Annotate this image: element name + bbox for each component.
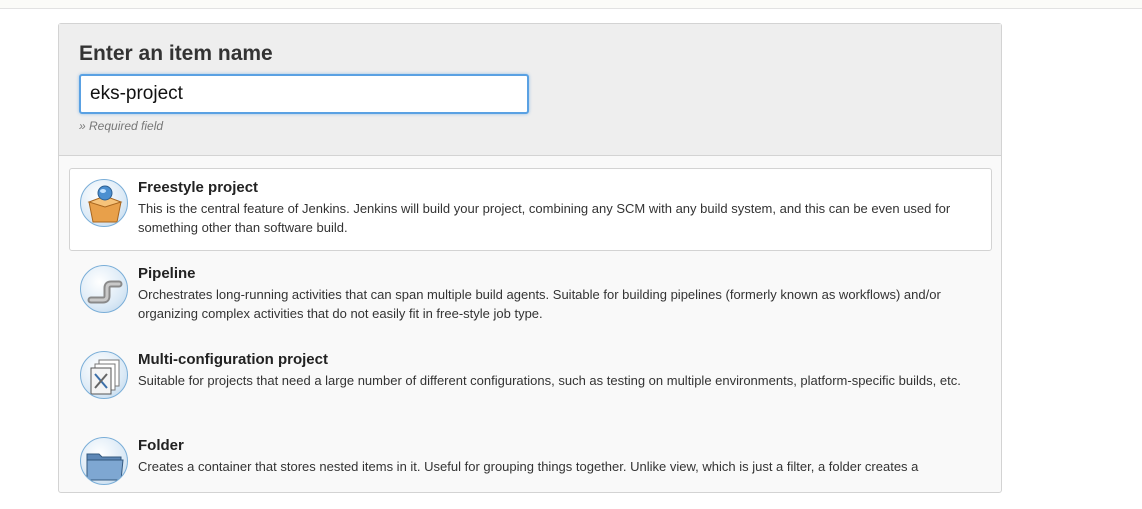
required-field-note: » Required field [79, 119, 164, 133]
top-bar [0, 0, 1142, 9]
new-item-panel: Enter an item name » Required field Free… [58, 23, 1002, 493]
item-type-description: Suitable for projects that need a large … [138, 373, 961, 388]
item-type-pipeline[interactable]: Pipeline Orchestrates long-running activ… [69, 254, 992, 337]
item-type-label: Multi-configuration project [138, 351, 328, 368]
pipeline-icon [80, 265, 128, 313]
item-type-label: Pipeline [138, 265, 196, 282]
item-type-description: Orchestrates long-running activities tha… [138, 287, 941, 321]
page-title: Enter an item name [79, 42, 273, 65]
item-type-description: This is the central feature of Jenkins. … [138, 201, 951, 235]
multi-configuration-icon [80, 351, 128, 399]
folder-icon [80, 437, 128, 485]
item-type-freestyle[interactable]: Freestyle project This is the central fe… [69, 168, 992, 251]
item-type-list: Freestyle project This is the central fe… [59, 156, 1001, 509]
freestyle-box-icon [80, 179, 128, 227]
item-type-multi-configuration[interactable]: Multi-configuration project Suitable for… [69, 340, 992, 423]
item-name-input[interactable] [79, 74, 529, 114]
item-type-description: Creates a container that stores nested i… [138, 459, 919, 474]
item-name-section: Enter an item name » Required field [59, 24, 1001, 156]
item-type-label: Folder [138, 437, 184, 454]
item-type-label: Freestyle project [138, 179, 259, 196]
item-type-folder[interactable]: Folder Creates a container that stores n… [69, 426, 992, 509]
